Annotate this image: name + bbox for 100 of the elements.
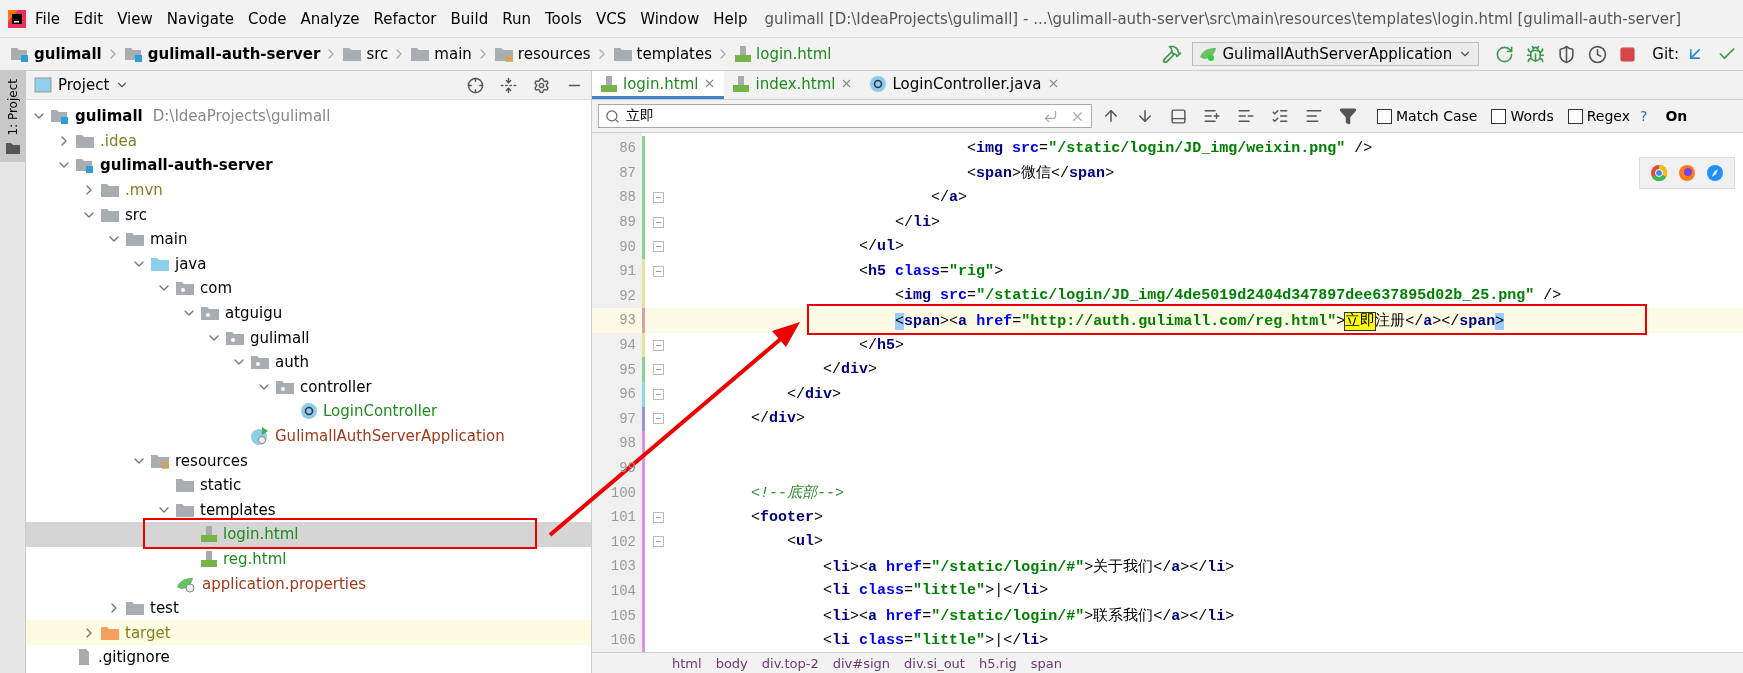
- settings-icon[interactable]: [533, 76, 550, 94]
- browser-icon[interactable]: [1650, 164, 1668, 182]
- breadcrumb-item[interactable]: login.html: [756, 45, 832, 63]
- remove-occurrence-icon[interactable]: [1237, 107, 1255, 125]
- tag-breadcrumb[interactable]: h5.rig: [978, 655, 1017, 671]
- breadcrumb-item[interactable]: gulimall-auth-server: [147, 45, 321, 63]
- tree-row[interactable]: resources: [26, 448, 591, 473]
- tree-row[interactable]: gulimall D:\IdeaProjects\gulimall: [26, 104, 591, 129]
- tree-row[interactable]: application.properties: [26, 571, 591, 596]
- debug-icon[interactable]: [1526, 44, 1546, 64]
- tree-row[interactable]: gulimall-auth-server: [26, 153, 591, 178]
- project-tool-tab[interactable]: 1: Project: [0, 71, 25, 162]
- tag-breadcrumb[interactable]: div#sign: [832, 655, 891, 671]
- tree-row[interactable]: templates: [26, 497, 591, 523]
- fold-marker-icon[interactable]: [652, 216, 664, 228]
- menu-item[interactable]: Refactor: [366, 9, 444, 28]
- folder-icon: [125, 600, 145, 617]
- build-hammer-icon[interactable]: [1161, 44, 1182, 64]
- menu-item[interactable]: Help: [706, 9, 755, 28]
- breadcrumb-item[interactable]: main: [434, 45, 472, 63]
- fold-marker-icon[interactable]: [652, 241, 664, 253]
- tree-row[interactable]: main: [26, 226, 591, 252]
- menu-item[interactable]: Navigate: [159, 9, 242, 28]
- fold-marker-icon[interactable]: [652, 265, 664, 277]
- project-view-dropdown[interactable]: Project: [58, 76, 130, 94]
- filter-lines-icon[interactable]: [1305, 107, 1323, 125]
- module-icon: [10, 46, 30, 62]
- browser-icon[interactable]: [1678, 164, 1696, 182]
- breadcrumb-item[interactable]: templates: [636, 45, 713, 63]
- menu-item[interactable]: Code: [241, 9, 294, 28]
- run-configuration-dropdown[interactable]: GulimallAuthServerApplication: [1191, 42, 1480, 66]
- menu-item[interactable]: Edit: [67, 9, 111, 28]
- tree-row[interactable]: reg.html: [26, 546, 591, 572]
- fold-marker-icon[interactable]: [652, 413, 664, 425]
- menu-item[interactable]: Window: [633, 9, 707, 28]
- collapse-all-icon[interactable]: [500, 76, 517, 94]
- fold-marker-icon[interactable]: [652, 339, 664, 351]
- breadcrumb-item[interactable]: src: [366, 45, 389, 63]
- tree-row[interactable]: .mvn: [26, 177, 591, 203]
- fold-marker-icon[interactable]: [652, 511, 664, 523]
- coverage-icon[interactable]: [1557, 44, 1577, 64]
- select-all-occurrences-icon[interactable]: [1271, 107, 1289, 125]
- search-option-checkbox[interactable]: Words: [1491, 108, 1554, 124]
- tree-row[interactable]: atguigu: [26, 300, 591, 326]
- editor-tab[interactable]: LoginController.java: [861, 71, 1068, 99]
- tree-row[interactable]: test: [26, 595, 591, 621]
- editor-tab[interactable]: index.html: [724, 71, 862, 99]
- breadcrumb-item[interactable]: resources: [517, 45, 591, 63]
- search-option-checkbox[interactable]: Regex: [1567, 108, 1630, 124]
- editor-tab[interactable]: login.html: [592, 71, 725, 99]
- tree-row[interactable]: auth: [26, 349, 591, 375]
- tag-breadcrumb[interactable]: body: [715, 655, 748, 671]
- module-icon: [50, 108, 70, 125]
- tree-row[interactable]: GulimallAuthServerApplication: [26, 423, 591, 449]
- search-option-checkbox[interactable]: Match Case: [1377, 108, 1478, 124]
- filter-icon[interactable]: [1339, 107, 1357, 125]
- profile-icon[interactable]: [1588, 44, 1608, 64]
- menu-item[interactable]: Tools: [537, 9, 589, 28]
- next-occurrence-icon[interactable]: [1136, 107, 1154, 125]
- rerun-icon[interactable]: [1495, 44, 1515, 64]
- git-label: Git:: [1652, 45, 1679, 63]
- menu-item[interactable]: Build: [443, 9, 496, 28]
- tree-row[interactable]: .idea: [26, 128, 591, 154]
- fold-marker-icon[interactable]: [652, 364, 664, 376]
- menu-item[interactable]: View: [110, 9, 160, 28]
- tree-row[interactable]: static: [26, 472, 591, 498]
- tag-breadcrumb[interactable]: span: [1030, 655, 1062, 671]
- search-field[interactable]: 立即: [624, 107, 1039, 125]
- locate-icon[interactable]: [467, 76, 484, 94]
- class-icon: [869, 74, 888, 93]
- fold-marker-icon[interactable]: [652, 192, 664, 203]
- code-line: </div>: [786, 385, 842, 403]
- menu-item[interactable]: File: [28, 9, 68, 28]
- add-occurrence-icon[interactable]: [1203, 107, 1221, 125]
- class-icon: [300, 402, 318, 421]
- search-box[interactable]: 立即: [598, 104, 1092, 128]
- menu-item[interactable]: Analyze: [293, 9, 367, 28]
- tree-row[interactable]: java: [26, 251, 591, 277]
- breadcrumb-item[interactable]: gulimall: [34, 45, 102, 63]
- previous-occurrence-icon[interactable]: [1102, 107, 1120, 125]
- tag-breadcrumb[interactable]: html: [672, 655, 702, 671]
- tree-row[interactable]: .gitignore: [26, 645, 591, 670]
- browser-icon[interactable]: [1706, 164, 1724, 182]
- menu-item[interactable]: Run: [495, 9, 538, 28]
- help-link[interactable]: ?: [1640, 108, 1648, 124]
- tree-row[interactable]: src: [26, 202, 591, 227]
- fold-marker-icon[interactable]: [652, 536, 664, 548]
- tree-row[interactable]: gulimall: [26, 325, 591, 350]
- tag-breadcrumb[interactable]: div.top-2: [761, 655, 819, 671]
- folder-icon: [150, 255, 170, 272]
- tree-row[interactable]: com: [26, 276, 591, 301]
- tree-row[interactable]: controller: [26, 374, 591, 400]
- show-all-icon[interactable]: [1170, 107, 1187, 125]
- fold-marker-icon[interactable]: [652, 388, 664, 400]
- new-line-icon[interactable]: [1043, 108, 1058, 124]
- stop-icon[interactable]: [1619, 45, 1637, 63]
- tag-breadcrumb[interactable]: div.si_out: [904, 655, 965, 671]
- tree-row[interactable]: LoginController: [26, 399, 591, 424]
- menu-item[interactable]: VCS: [588, 9, 634, 28]
- tree-row[interactable]: target: [26, 620, 591, 646]
